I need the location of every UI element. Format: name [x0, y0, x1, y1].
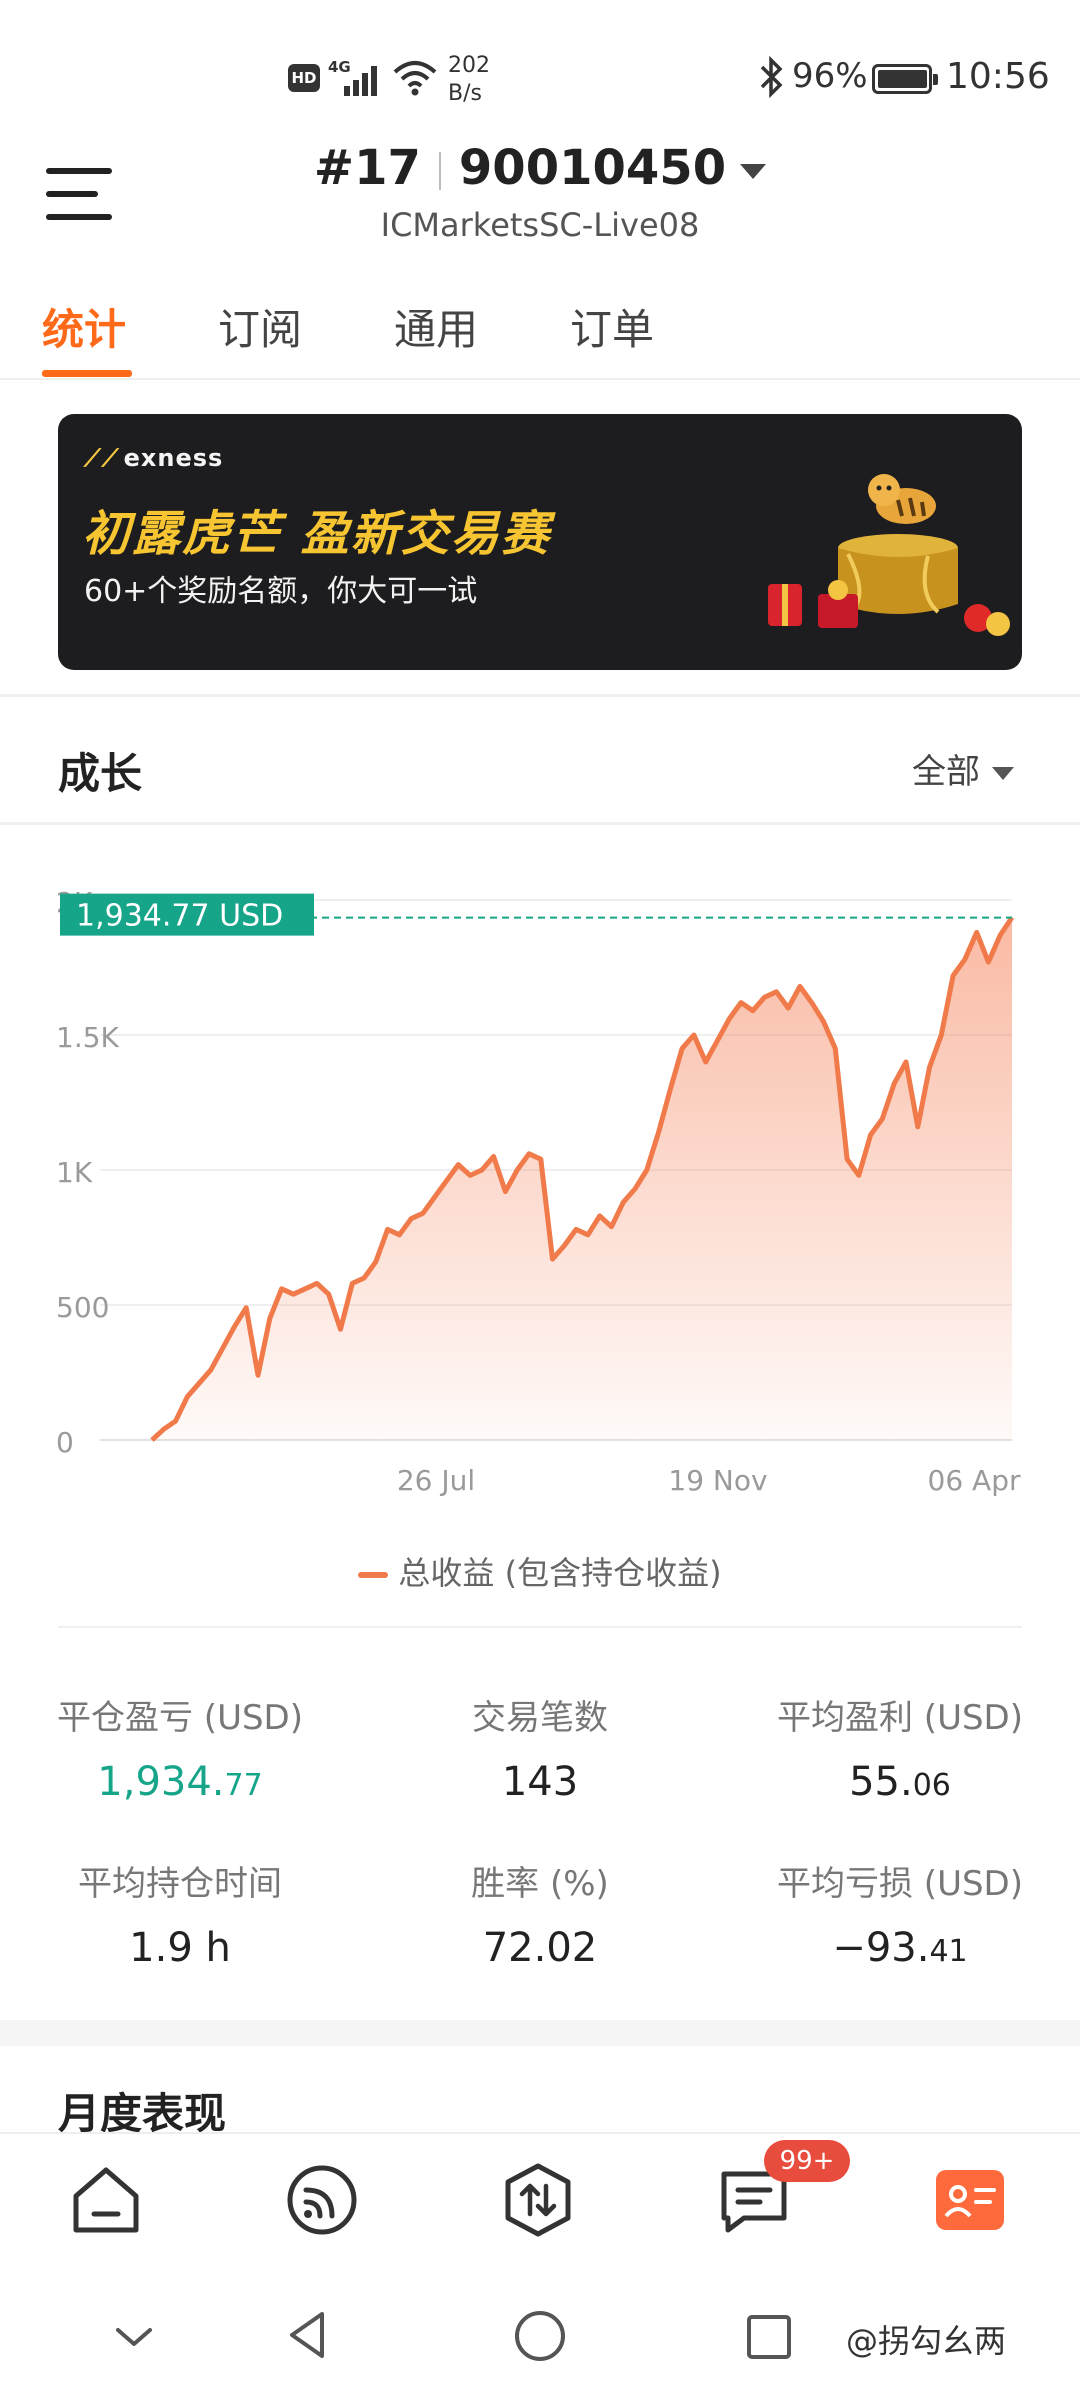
stat-value: 1.9 h — [129, 1925, 231, 1971]
tab-subscribe[interactable]: 订阅 — [218, 296, 302, 357]
banner-title: 初露虎芒 盈新交易赛 — [82, 506, 551, 562]
account-number: #17 — [313, 140, 421, 196]
clock: 10:56 — [946, 56, 1050, 97]
y-tick-label: 1.5K — [56, 1021, 120, 1054]
network-speed: 202 B/s — [448, 52, 490, 108]
stat-value: 1,934.77 — [97, 1759, 263, 1805]
stat-label: 交易笔数 — [472, 1698, 608, 1738]
x-tick-label: 19 Nov — [668, 1464, 767, 1497]
exness-logo: ⟋⟋ exness — [84, 444, 224, 472]
section-gap — [0, 2020, 1080, 2046]
home-icon[interactable] — [68, 2162, 144, 2238]
stat-value: 55.06 — [849, 1759, 951, 1805]
stat-trade-count: 交易笔数 143 — [360, 1690, 720, 1805]
x-tick-label: 26 Jul — [397, 1464, 475, 1497]
tiger-illustration — [868, 474, 936, 524]
account-selector[interactable]: #17 90010450 — [0, 140, 1080, 196]
stat-value: 143 — [501, 1759, 579, 1805]
stat-label: 平均持仓时间 — [78, 1864, 282, 1904]
tab-orders[interactable]: 订单 — [570, 296, 654, 357]
status-bar: HD 4G 202 B/s 96% 10:56 — [0, 0, 1080, 150]
bottom-nav — [0, 2132, 1080, 2274]
divider — [58, 1626, 1022, 1628]
tab-general[interactable]: 通用 — [394, 296, 478, 357]
stat-avg-hold-time: 平均持仓时间 1.9 h — [0, 1856, 360, 1971]
recents-icon[interactable] — [744, 2312, 794, 2362]
bluetooth-icon — [760, 56, 783, 98]
y-tick-label: 500 — [56, 1291, 109, 1324]
signal-icon — [344, 64, 380, 96]
home-circle-icon[interactable] — [512, 2308, 568, 2364]
current-value-label: 1,934.77 USD — [76, 899, 283, 934]
caret-down-icon — [740, 163, 767, 179]
banner-subtitle: 60+个奖励名额，你大可一试 — [84, 574, 478, 609]
y-tick-label: 0 — [56, 1426, 74, 1459]
stats-grid: 平仓盈亏 (USD) 1,934.77 交易笔数 143 平均盈利 (USD) … — [0, 1650, 1080, 2010]
server-name: ICMarketsSC-Live08 — [380, 206, 700, 244]
signals-icon[interactable] — [284, 2162, 360, 2238]
trade-icon[interactable] — [500, 2162, 576, 2238]
speed-unit: B/s — [448, 81, 482, 106]
battery-percent: 96% — [792, 56, 868, 96]
stat-win-rate: 胜率 (%) 72.02 — [360, 1856, 720, 1971]
growth-chart[interactable]: 2K1.5K1K500026 Jul19 Nov06 Apr1,934.77 U… — [0, 860, 1080, 1520]
legend-swatch — [358, 1572, 389, 1578]
gift-illustration — [768, 580, 858, 628]
y-tick-label: 1K — [56, 1156, 93, 1189]
divider — [0, 822, 1080, 825]
stat-label: 平仓盈亏 (USD) — [57, 1698, 303, 1738]
tab-bar: 统计 订阅 通用 订单 — [0, 286, 1080, 380]
growth-title: 成长 — [58, 749, 143, 798]
account-id: 90010450 — [458, 140, 727, 196]
filter-label: 全部 — [912, 752, 980, 792]
chart-legend: 总收益 (包含持仓收益) — [0, 1548, 1080, 1594]
wifi-icon — [393, 61, 437, 96]
watermark: @拐勾幺两 — [846, 2322, 1007, 2360]
coins-illustration — [964, 604, 1010, 636]
stat-value: 72.02 — [482, 1925, 598, 1971]
hd-badge: HD — [288, 64, 320, 92]
chevron-down-icon[interactable] — [112, 2316, 156, 2360]
tab-statistics[interactable]: 统计 — [42, 296, 126, 357]
legend-label: 总收益 (包含持仓收益) — [398, 1554, 722, 1592]
notification-badge: 99+ — [764, 2140, 850, 2182]
back-icon[interactable] — [282, 2308, 336, 2362]
stat-closed-pnl: 平仓盈亏 (USD) 1,934.77 — [0, 1690, 360, 1805]
x-tick-label: 06 Apr — [928, 1464, 1021, 1497]
stat-avg-profit: 平均盈利 (USD) 55.06 — [720, 1690, 1080, 1805]
speed-value: 202 — [448, 53, 490, 78]
battery-icon — [872, 64, 938, 94]
stat-avg-loss: 平均亏损 (USD) −93.41 — [720, 1856, 1080, 1971]
tab-indicator — [42, 370, 132, 377]
period-filter[interactable]: 全部 — [912, 744, 1014, 793]
divider — [0, 694, 1080, 697]
promo-banner[interactable]: ⟋⟋ exness 初露虎芒 盈新交易赛 60+个奖励名额，你大可一试 — [58, 414, 1022, 670]
brand-name: exness — [123, 444, 224, 472]
caret-down-icon — [992, 767, 1014, 780]
stat-label: 胜率 (%) — [471, 1864, 609, 1904]
series-area — [152, 917, 1012, 1440]
stat-value: −93.41 — [832, 1925, 968, 1971]
stat-label: 平均亏损 (USD) — [777, 1864, 1023, 1904]
stat-label: 平均盈利 (USD) — [777, 1698, 1023, 1738]
profile-card-icon[interactable] — [932, 2162, 1008, 2238]
